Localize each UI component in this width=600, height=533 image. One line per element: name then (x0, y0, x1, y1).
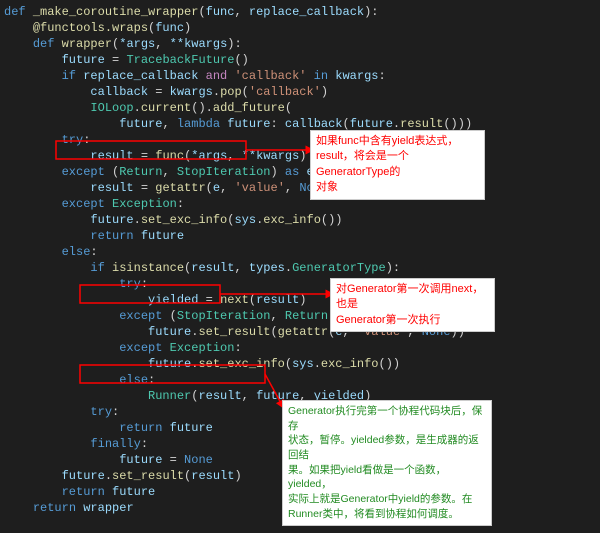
code-line: future, lambda future: callback(future.r… (0, 116, 600, 132)
annotation-1: 如果func中含有yield表达式，result，将会是一个GeneratorT… (310, 130, 485, 200)
code-line: future = TracebackFuture() (0, 52, 600, 68)
code-line: yielded = next(result) (0, 292, 600, 308)
code-line: IOLoop.current().add_future( (0, 100, 600, 116)
code-line: future.set_exc_info(sys.exc_info()) (0, 356, 600, 372)
code-line: future.set_exc_info(sys.exc_info()) (0, 212, 600, 228)
code-line: result = func(*args, **kwargs) (0, 148, 600, 164)
code-line: future.set_result(getattr(e, 'value', No… (0, 324, 600, 340)
code-line: try: (0, 276, 600, 292)
code-container: 如果func中含有yield表达式，result，将会是一个GeneratorT… (0, 0, 600, 520)
code-line: except Exception: (0, 196, 600, 212)
code-line: else: (0, 372, 600, 388)
code-line: @functools.wraps(func) (0, 20, 600, 36)
annotation-3: Generator执行完第一个协程代码块后，保存 状态，暂停。yielded参数… (282, 400, 492, 526)
annotation-2: 对Generator第一次调用next，也是Generator第一次执行 (330, 278, 495, 332)
code-line: result = getattr(e, 'value', None) (0, 180, 600, 196)
code-line: if isinstance(result, types.GeneratorTyp… (0, 260, 600, 276)
code-line: except (StopIteration, Return) as e: (0, 308, 600, 324)
code-line: return future (0, 228, 600, 244)
code-line: callback = kwargs.pop('callback') (0, 84, 600, 100)
code-line: try: (0, 132, 600, 148)
code-line: def wrapper(*args, **kwargs): (0, 36, 600, 52)
code-line: except (Return, StopIteration) as e: (0, 164, 600, 180)
code-line: if replace_callback and 'callback' in kw… (0, 68, 600, 84)
code-line: def _make_coroutine_wrapper(func, replac… (0, 4, 600, 20)
code-line: except Exception: (0, 340, 600, 356)
code-line: else: (0, 244, 600, 260)
